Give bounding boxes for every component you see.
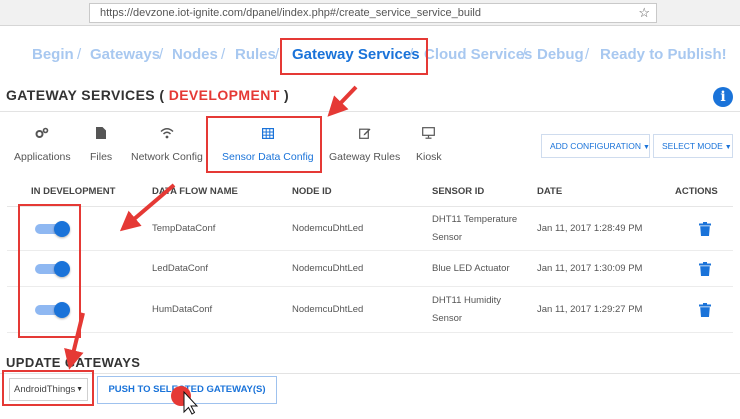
wizard-breadcrumb: Begin / Gateways / Nodes / Rules / Gatew… bbox=[0, 46, 740, 66]
enable-toggle[interactable] bbox=[35, 302, 70, 318]
wizard-separator: / bbox=[275, 46, 280, 63]
trash-icon[interactable] bbox=[699, 303, 711, 317]
tab-label: Kiosk bbox=[416, 151, 442, 163]
file-icon bbox=[90, 126, 112, 140]
tab-applications[interactable]: Applications bbox=[14, 126, 71, 166]
table-row: TempDataConf NodemcuDhtLed DHT11 Tempera… bbox=[7, 207, 733, 251]
monitor-icon bbox=[416, 126, 442, 140]
trash-icon[interactable] bbox=[699, 222, 711, 236]
column-header: DATE bbox=[537, 186, 563, 197]
page-title: GATEWAY SERVICES ( DEVELOPMENT ) bbox=[6, 87, 289, 103]
wizard-separator: / bbox=[522, 46, 527, 63]
wizard-separator: / bbox=[409, 46, 414, 63]
toggle-knob bbox=[54, 302, 70, 318]
edit-icon bbox=[329, 126, 400, 140]
toggle-knob bbox=[54, 221, 70, 237]
column-header: IN DEVELOPMENT bbox=[31, 186, 116, 197]
arrow-annotation bbox=[327, 85, 358, 117]
enable-toggle[interactable] bbox=[35, 261, 70, 277]
add-configuration-button[interactable]: ADD CONFIGURATION ▼ bbox=[541, 134, 650, 158]
sensor-id: Blue LED Actuator bbox=[432, 263, 510, 274]
data-flow-name: HumDataConf bbox=[152, 304, 213, 315]
bookmark-star-icon[interactable]: ☆ bbox=[638, 5, 650, 21]
push-to-gateway-button[interactable]: PUSH TO SELECTED GATEWAY(S) bbox=[97, 376, 277, 404]
wizard-separator: / bbox=[159, 46, 164, 63]
data-flow-name: TempDataConf bbox=[152, 223, 216, 234]
wizard-step-nodes[interactable]: Nodes bbox=[172, 46, 218, 63]
wizard-step-gateway-services[interactable]: Gateway Services bbox=[292, 46, 420, 63]
wizard-step-rules[interactable]: Rules bbox=[235, 46, 276, 63]
add-configuration-label: ADD CONFIGURATION bbox=[550, 141, 641, 151]
select-mode-button[interactable]: SELECT MODE ▼ bbox=[653, 134, 733, 158]
column-header: NODE ID bbox=[292, 186, 332, 197]
enable-toggle[interactable] bbox=[35, 221, 70, 237]
node-id: NodemcuDhtLed bbox=[292, 304, 364, 315]
url-text: https://devzone.iot-ignite.com/dpanel/in… bbox=[100, 7, 481, 19]
wizard-step-begin[interactable]: Begin bbox=[32, 46, 74, 63]
caret-down-icon: ▼ bbox=[642, 144, 650, 151]
column-header: DATA FLOW NAME bbox=[152, 186, 238, 197]
table-row: HumDataConf NodemcuDhtLed DHT11 Humidity… bbox=[7, 287, 733, 333]
environment-label: DEVELOPMENT bbox=[168, 87, 280, 103]
wizard-separator: / bbox=[77, 46, 82, 63]
node-id: NodemcuDhtLed bbox=[292, 263, 364, 274]
caret-down-icon: ▼ bbox=[724, 144, 732, 151]
tab-label: Applications bbox=[14, 151, 71, 163]
divider bbox=[0, 111, 740, 112]
wizard-step-debug[interactable]: Debug bbox=[537, 46, 584, 63]
tab-kiosk[interactable]: Kiosk bbox=[416, 126, 442, 166]
table-row: LedDataConf NodemcuDhtLed Blue LED Actua… bbox=[7, 251, 733, 287]
date: Jan 11, 2017 1:28:49 PM bbox=[537, 223, 643, 234]
tab-label: Network Config bbox=[131, 151, 203, 163]
column-header: ACTIONS bbox=[675, 186, 718, 197]
page-title-text: GATEWAY SERVICES ( bbox=[6, 87, 165, 103]
gears-icon bbox=[14, 126, 71, 140]
trash-icon[interactable] bbox=[699, 262, 711, 276]
browser-toolbar: https://devzone.iot-ignite.com/dpanel/in… bbox=[0, 0, 740, 26]
wizard-separator: / bbox=[221, 46, 226, 63]
divider bbox=[0, 373, 740, 374]
date: Jan 11, 2017 1:30:09 PM bbox=[537, 263, 643, 274]
update-gateways-title: UPDATE GATEWAYS bbox=[6, 355, 141, 370]
wizard-step-gateways[interactable]: Gateways bbox=[90, 46, 160, 63]
table-header: IN DEVELOPMENT DATA FLOW NAME NODE ID SE… bbox=[7, 175, 733, 207]
grid-table-icon bbox=[222, 126, 314, 140]
tab-files[interactable]: Files bbox=[90, 126, 112, 166]
gateway-select-value: AndroidThings bbox=[14, 384, 76, 395]
tab-label: Files bbox=[90, 151, 113, 163]
toggle-knob bbox=[54, 261, 70, 277]
sensor-id: DHT11 Temperature Sensor bbox=[432, 214, 518, 243]
tab-sensor-data-config[interactable]: Sensor Data Config bbox=[222, 126, 314, 166]
tab-network-config[interactable]: Network Config bbox=[131, 126, 203, 166]
sensor-id: DHT11 Humidity Sensor bbox=[432, 295, 501, 324]
column-header: SENSOR ID bbox=[432, 186, 485, 197]
tab-label: Sensor Data Config bbox=[222, 151, 314, 163]
select-mode-label: SELECT MODE bbox=[662, 141, 723, 151]
info-icon[interactable]: i bbox=[713, 87, 733, 107]
caret-down-icon: ▼ bbox=[76, 386, 83, 393]
page-title-end: ) bbox=[283, 87, 290, 103]
date: Jan 11, 2017 1:29:27 PM bbox=[537, 304, 643, 315]
tab-label: Gateway Rules bbox=[329, 151, 401, 163]
wizard-step-cloud-services[interactable]: Cloud Services bbox=[424, 46, 532, 63]
address-bar[interactable]: https://devzone.iot-ignite.com/dpanel/in… bbox=[89, 3, 657, 23]
wizard-step-ready-to-publish[interactable]: Ready to Publish! bbox=[600, 46, 727, 63]
data-flow-name: LedDataConf bbox=[152, 263, 208, 274]
wifi-icon bbox=[131, 126, 203, 140]
gateway-select[interactable]: AndroidThings ▼ bbox=[9, 378, 88, 401]
node-id: NodemcuDhtLed bbox=[292, 223, 364, 234]
wizard-separator: / bbox=[585, 46, 590, 63]
tab-gateway-rules[interactable]: Gateway Rules bbox=[329, 126, 400, 166]
